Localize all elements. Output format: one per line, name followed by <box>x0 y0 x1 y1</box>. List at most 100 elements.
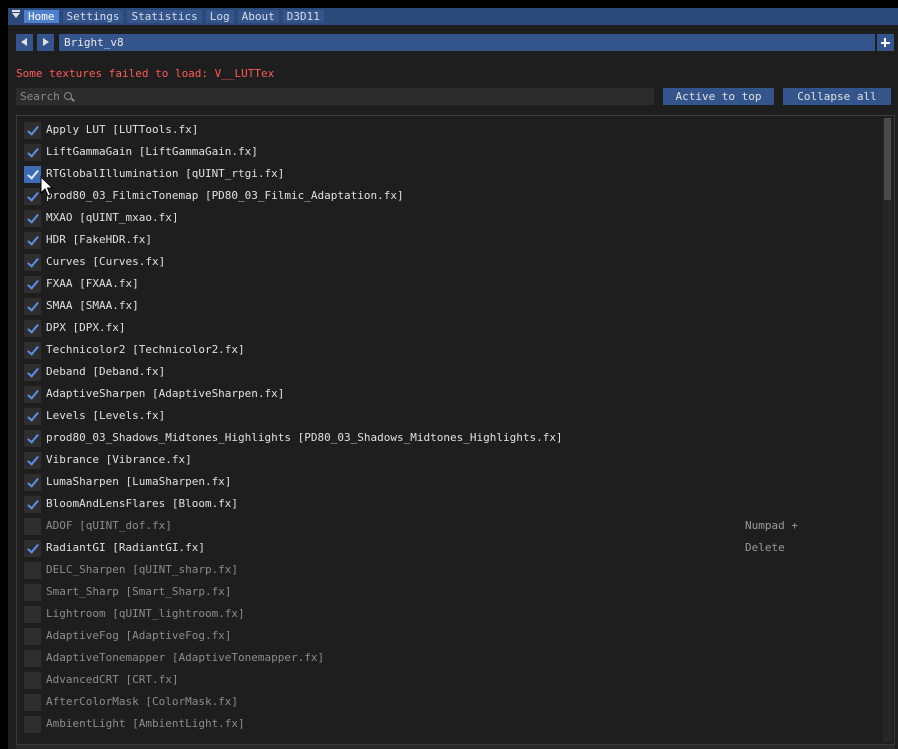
effect-toggle-checkbox[interactable] <box>24 232 41 249</box>
effect-row[interactable]: DPX [DPX.fx] <box>24 317 880 339</box>
tab-settings[interactable]: Settings <box>62 10 124 23</box>
effect-toggle-checkbox[interactable] <box>24 298 41 315</box>
next-preset-button[interactable] <box>37 34 54 51</box>
collapse-arrow-icon[interactable] <box>12 10 20 18</box>
effect-label[interactable]: LumaSharpen [LumaSharpen.fx] <box>46 471 231 493</box>
effect-row[interactable]: MXAO [qUINT_mxao.fx] <box>24 207 880 229</box>
effect-toggle-checkbox[interactable] <box>24 144 41 161</box>
effect-row[interactable]: DELC_Sharpen [qUINT_sharp.fx] <box>24 559 880 581</box>
collapse-all-button[interactable]: Collapse all <box>783 88 891 105</box>
effect-toggle-checkbox[interactable] <box>24 540 41 557</box>
tab-log[interactable]: Log <box>205 10 234 23</box>
effect-toggle-checkbox[interactable] <box>24 518 41 535</box>
effect-label[interactable]: DELC_Sharpen [qUINT_sharp.fx] <box>46 559 238 581</box>
previous-preset-button[interactable] <box>16 34 33 51</box>
effect-toggle-checkbox[interactable] <box>24 210 41 227</box>
effect-label[interactable]: prod80_03_FilmicTonemap [PD80_03_Filmic_… <box>46 185 404 207</box>
effect-label[interactable]: prod80_03_Shadows_Midtones_Highlights [P… <box>46 427 563 449</box>
effect-row[interactable]: FXAA [FXAA.fx] <box>24 273 880 295</box>
effect-toggle-checkbox[interactable] <box>24 562 41 579</box>
effect-label[interactable]: Curves [Curves.fx] <box>46 251 165 273</box>
bottom-splitter[interactable] <box>16 745 895 749</box>
effect-toggle-checkbox[interactable] <box>24 694 41 711</box>
effect-label[interactable]: Vibrance [Vibrance.fx] <box>46 449 192 471</box>
effect-toggle-checkbox[interactable] <box>24 606 41 623</box>
effect-toggle-checkbox[interactable] <box>24 408 41 425</box>
effect-label[interactable]: FXAA [FXAA.fx] <box>46 273 139 295</box>
effect-label[interactable]: MXAO [qUINT_mxao.fx] <box>46 207 178 229</box>
effect-row[interactable]: AmbientLight [AmbientLight.fx] <box>24 713 880 735</box>
effect-label[interactable]: RTGlobalIllumination [qUINT_rtgi.fx] <box>46 163 284 185</box>
effect-row[interactable]: Deband [Deband.fx] <box>24 361 880 383</box>
effect-row[interactable]: RTGlobalIllumination [qUINT_rtgi.fx] <box>24 163 880 185</box>
effect-row[interactable]: Apply LUT [LUTTools.fx] <box>24 119 880 141</box>
effect-row[interactable]: ADOF [qUINT_dof.fx] Numpad + <box>24 515 880 537</box>
effect-toggle-checkbox[interactable] <box>24 452 41 469</box>
search-input[interactable]: Search <box>16 88 654 105</box>
effect-label[interactable]: LiftGammaGain [LiftGammaGain.fx] <box>46 141 258 163</box>
effect-toggle-checkbox[interactable] <box>24 672 41 689</box>
effect-row[interactable]: AdaptiveTonemapper [AdaptiveTonemapper.f… <box>24 647 880 669</box>
effect-row[interactable]: LiftGammaGain [LiftGammaGain.fx] <box>24 141 880 163</box>
effect-row[interactable]: LumaSharpen [LumaSharpen.fx] <box>24 471 880 493</box>
tab-about[interactable]: About <box>237 10 279 23</box>
effect-row[interactable]: Technicolor2 [Technicolor2.fx] <box>24 339 880 361</box>
effect-list-scrollbar[interactable] <box>883 118 892 742</box>
effect-label[interactable]: AdvancedCRT [CRT.fx] <box>46 669 178 691</box>
tab-statistics[interactable]: Statistics <box>127 10 202 23</box>
effect-row[interactable]: RadiantGI [RadiantGI.fx] Delete <box>24 537 880 559</box>
effect-label[interactable]: AdaptiveFog [AdaptiveFog.fx] <box>46 625 231 647</box>
effect-label[interactable]: Smart_Sharp [Smart_Sharp.fx] <box>46 581 231 603</box>
effect-toggle-checkbox[interactable] <box>24 584 41 601</box>
effect-row[interactable]: AdaptiveSharpen [AdaptiveSharpen.fx] <box>24 383 880 405</box>
effect-toggle-checkbox[interactable] <box>24 364 41 381</box>
tab-home[interactable]: Home <box>24 10 59 23</box>
effect-toggle-checkbox[interactable] <box>24 430 41 447</box>
effect-toggle-checkbox[interactable] <box>24 254 41 271</box>
effect-toggle-checkbox[interactable] <box>24 628 41 645</box>
effect-label[interactable]: RadiantGI [RadiantGI.fx] <box>46 537 205 559</box>
effect-label[interactable]: Levels [Levels.fx] <box>46 405 165 427</box>
active-to-top-button[interactable]: Active to top <box>663 88 774 105</box>
effect-label[interactable]: AdaptiveSharpen [AdaptiveSharpen.fx] <box>46 383 284 405</box>
preset-name-field[interactable]: Bright_v8 <box>59 34 875 51</box>
effect-row[interactable]: Lightroom [qUINT_lightroom.fx] <box>24 603 880 625</box>
effect-toggle-checkbox[interactable] <box>24 320 41 337</box>
add-preset-button[interactable] <box>877 34 894 51</box>
effect-row[interactable]: AdvancedCRT [CRT.fx] <box>24 669 880 691</box>
effect-toggle-checkbox[interactable] <box>24 650 41 667</box>
effect-label[interactable]: Apply LUT [LUTTools.fx] <box>46 119 198 141</box>
effect-row[interactable]: prod80_03_Shadows_Midtones_Highlights [P… <box>24 427 880 449</box>
effect-toggle-checkbox[interactable] <box>24 496 41 513</box>
effect-label[interactable]: HDR [FakeHDR.fx] <box>46 229 152 251</box>
effect-label[interactable]: Deband [Deband.fx] <box>46 361 165 383</box>
effect-row[interactable]: HDR [FakeHDR.fx] <box>24 229 880 251</box>
effect-toggle-checkbox[interactable] <box>24 122 41 139</box>
effect-row[interactable]: Levels [Levels.fx] <box>24 405 880 427</box>
effect-toggle-checkbox[interactable] <box>24 386 41 403</box>
effect-label[interactable]: Technicolor2 [Technicolor2.fx] <box>46 339 245 361</box>
effect-toggle-checkbox[interactable] <box>24 716 41 733</box>
effect-toggle-checkbox[interactable] <box>24 166 41 183</box>
effect-toggle-checkbox[interactable] <box>24 474 41 491</box>
effect-label[interactable]: BloomAndLensFlares [Bloom.fx] <box>46 493 238 515</box>
effect-toggle-checkbox[interactable] <box>24 276 41 293</box>
scrollbar-thumb[interactable] <box>884 118 891 200</box>
effect-label[interactable]: ADOF [qUINT_dof.fx] <box>46 515 172 537</box>
effect-label[interactable]: AmbientLight [AmbientLight.fx] <box>46 713 245 735</box>
effect-row[interactable]: AfterColorMask [ColorMask.fx] <box>24 691 880 713</box>
effect-row[interactable]: prod80_03_FilmicTonemap [PD80_03_Filmic_… <box>24 185 880 207</box>
effect-label[interactable]: AdaptiveTonemapper [AdaptiveTonemapper.f… <box>46 647 324 669</box>
effect-row[interactable]: Curves [Curves.fx] <box>24 251 880 273</box>
effect-row[interactable]: BloomAndLensFlares [Bloom.fx] <box>24 493 880 515</box>
effect-label[interactable]: Lightroom [qUINT_lightroom.fx] <box>46 603 245 625</box>
effect-toggle-checkbox[interactable] <box>24 188 41 205</box>
effect-label[interactable]: DPX [DPX.fx] <box>46 317 125 339</box>
effect-row[interactable]: SMAA [SMAA.fx] <box>24 295 880 317</box>
effect-toggle-checkbox[interactable] <box>24 342 41 359</box>
effect-row[interactable]: Vibrance [Vibrance.fx] <box>24 449 880 471</box>
effect-label[interactable]: AfterColorMask [ColorMask.fx] <box>46 691 238 713</box>
effect-label[interactable]: SMAA [SMAA.fx] <box>46 295 139 317</box>
tab-d3d11[interactable]: D3D11 <box>282 10 324 23</box>
effect-row[interactable]: Smart_Sharp [Smart_Sharp.fx] <box>24 581 880 603</box>
